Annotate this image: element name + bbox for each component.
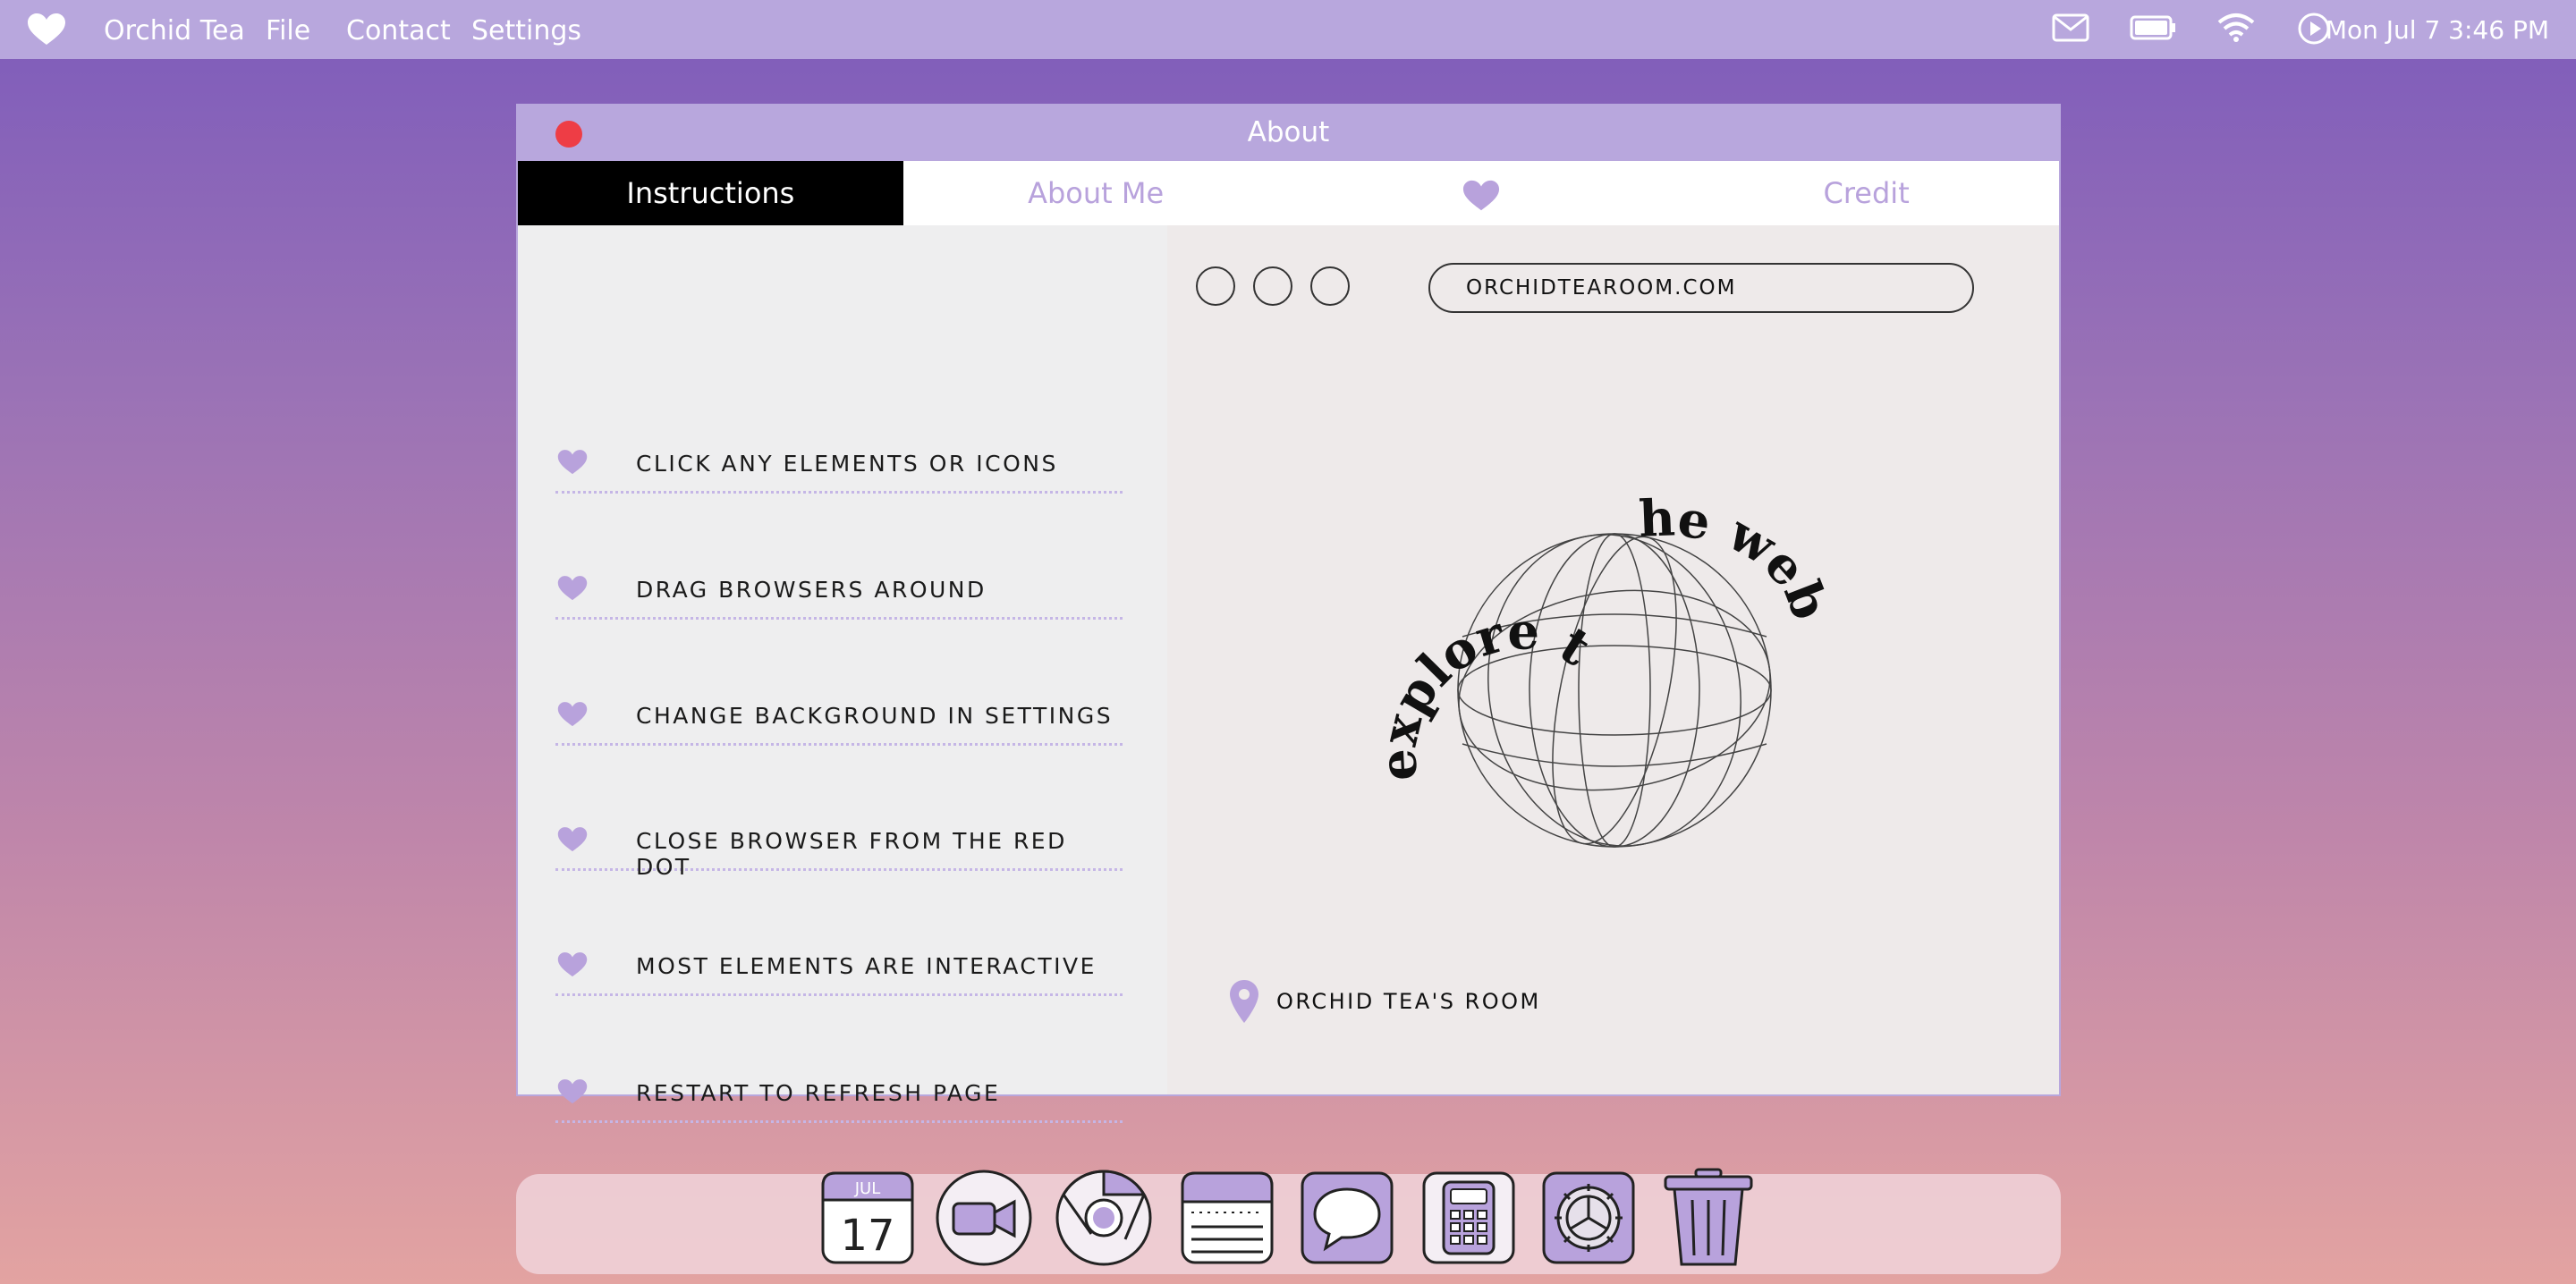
- menu-clock: Mon Jul 7 3:46 PM: [2325, 15, 2549, 45]
- heart-icon: [557, 450, 588, 475]
- heart-icon: [557, 952, 588, 977]
- video-icon[interactable]: [936, 1168, 1032, 1268]
- tab-bar: Instructions About Me Credit: [518, 161, 2059, 225]
- menu-file[interactable]: File: [266, 15, 310, 46]
- location-label[interactable]: Orchid Tea's Room: [1228, 978, 1541, 1025]
- instruction-text: Change background in settings: [636, 703, 1114, 729]
- location-text: Orchid Tea's Room: [1276, 989, 1541, 1014]
- art-text: explore the web: [1368, 488, 1840, 781]
- instruction-text: Restart to refresh page: [636, 1080, 1001, 1106]
- menu-bar: Orchid Tea File Contact Settings Mon Jul…: [0, 0, 2576, 59]
- browser-dot-1[interactable]: [1196, 266, 1235, 306]
- browser-panel[interactable]: orchidtearoom.com explore the web: [1167, 225, 2059, 1094]
- chrome-icon[interactable]: [1055, 1168, 1152, 1268]
- tab-instructions[interactable]: Instructions: [518, 161, 903, 225]
- list-item: Click any elements or icons: [555, 431, 1123, 494]
- calendar-icon[interactable]: JUL 17: [819, 1168, 916, 1268]
- heart-icon: [557, 1079, 588, 1104]
- globe-icon[interactable]: explore the web: [1364, 485, 1865, 896]
- svg-text:JUL: JUL: [854, 1179, 881, 1198]
- mail-icon[interactable]: [2052, 12, 2089, 44]
- list-item: Restart to refresh page: [555, 1060, 1123, 1123]
- instruction-text: Click any elements or icons: [636, 451, 1058, 477]
- messages-icon[interactable]: [1299, 1168, 1395, 1268]
- tab-credit[interactable]: Credit: [1674, 161, 2059, 225]
- url-bar[interactable]: orchidtearoom.com: [1428, 263, 1974, 313]
- instruction-text: Close browser from the red dot: [636, 828, 1067, 880]
- dock: [516, 1174, 2061, 1274]
- list-item: Drag browsers around: [555, 557, 1123, 620]
- list-item: Change background in settings: [555, 683, 1123, 746]
- heart-icon[interactable]: [27, 13, 66, 46]
- heart-icon: [557, 827, 588, 852]
- menu-app-name[interactable]: Orchid Tea: [104, 15, 245, 46]
- instruction-text: Most elements are interactive: [636, 953, 1097, 979]
- calculator-icon[interactable]: [1420, 1168, 1517, 1268]
- wifi-icon[interactable]: [2216, 12, 2256, 44]
- svg-text:17: 17: [840, 1211, 894, 1261]
- notes-icon[interactable]: [1179, 1168, 1275, 1268]
- battery-icon[interactable]: [2130, 12, 2178, 44]
- menu-contact[interactable]: Contact: [346, 15, 451, 46]
- instructions-panel: Click any elements or icons Drag browser…: [518, 225, 1167, 1123]
- instruction-text: Drag browsers around: [636, 577, 987, 603]
- about-window[interactable]: About Instructions About Me Credit Click…: [516, 104, 2061, 1123]
- tab-heart[interactable]: [1289, 161, 1674, 225]
- settings-icon[interactable]: [1540, 1168, 1637, 1268]
- browser-dot-2[interactable]: [1253, 266, 1292, 306]
- list-item: Close browser from the red dot: [555, 808, 1123, 880]
- heart-icon: [557, 576, 588, 601]
- menu-settings[interactable]: Settings: [471, 15, 581, 46]
- tab-about-me[interactable]: About Me: [903, 161, 1289, 225]
- heart-icon: [1462, 180, 1499, 211]
- browser-dot-3[interactable]: [1310, 266, 1350, 306]
- window-title: About: [1247, 116, 1330, 148]
- heart-icon: [557, 702, 588, 727]
- list-item: Most elements are interactive: [555, 933, 1123, 996]
- trash-icon[interactable]: [1660, 1168, 1757, 1268]
- map-pin-icon: [1230, 980, 1258, 1023]
- window-titlebar[interactable]: About: [518, 106, 2059, 161]
